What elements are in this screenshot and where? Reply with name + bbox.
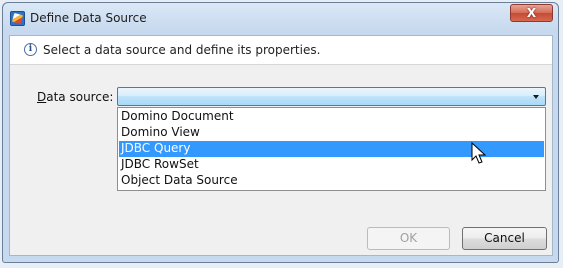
data-source-label-text: ata source: [46, 90, 114, 104]
info-bar: i Select a data source and define its pr… [10, 36, 552, 65]
info-message: Select a data source and define its prop… [43, 43, 321, 57]
ok-button[interactable]: OK [367, 227, 450, 250]
dialog-content: i Select a data source and define its pr… [9, 35, 553, 256]
mouse-cursor-icon [471, 142, 487, 164]
info-icon: i [24, 43, 37, 56]
dialog-title: Define Data Source [30, 11, 147, 25]
chevron-down-icon[interactable] [533, 95, 539, 99]
dropdown-option-domino-view[interactable]: Domino View [119, 125, 544, 141]
dropdown-option-domino-document[interactable]: Domino Document [119, 109, 544, 125]
title-bar[interactable]: Define Data Source X [3, 3, 558, 33]
data-source-combobox[interactable] [117, 87, 546, 106]
cancel-button[interactable]: Cancel [462, 227, 547, 250]
define-data-source-dialog: Define Data Source X i Select a data sou… [2, 2, 559, 263]
define-data-source-app-icon [10, 11, 25, 26]
data-source-label-mnemonic: D [37, 90, 47, 104]
dropdown-option-object-data-source[interactable]: Object Data Source [119, 173, 544, 189]
data-source-label: Data source: [37, 90, 113, 104]
close-button[interactable]: X [510, 4, 553, 22]
